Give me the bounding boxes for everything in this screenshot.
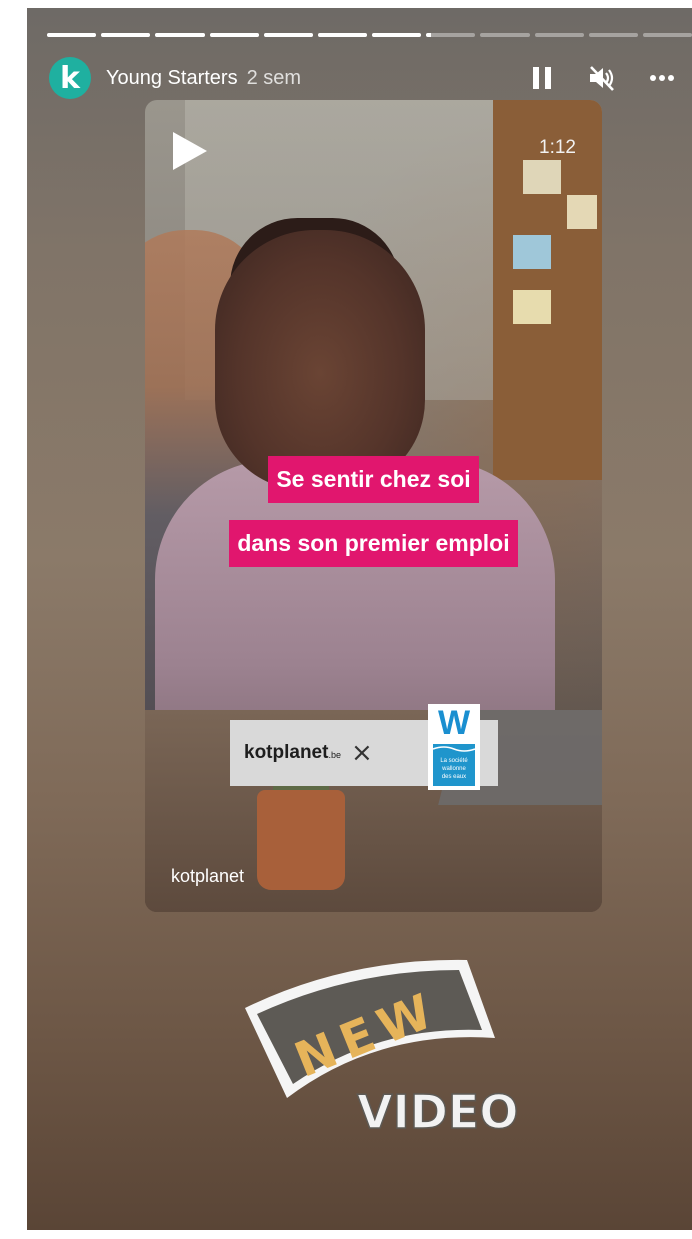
- play-icon[interactable]: [173, 132, 207, 170]
- svg-text:VIDEO: VIDEO: [357, 1085, 518, 1139]
- video-scene-person-face: [215, 230, 425, 490]
- more-dots-icon: [650, 75, 674, 81]
- mute-button[interactable]: [572, 60, 632, 96]
- avatar[interactable]: k: [49, 57, 91, 99]
- pause-icon: [533, 67, 551, 89]
- video-duration: 1:12: [539, 137, 576, 158]
- video-source-account[interactable]: kotplanet: [171, 866, 244, 887]
- progress-segment: [534, 33, 584, 37]
- account-name[interactable]: Young Starters: [106, 67, 238, 90]
- progress-fill: [317, 33, 368, 37]
- progress-segment: [317, 33, 368, 37]
- video-scene-pot: [257, 790, 345, 890]
- progress-segment: [480, 33, 530, 37]
- svg-text:des eaux: des eaux: [442, 774, 466, 780]
- progress-segment: [47, 33, 97, 37]
- sticky-note: [567, 195, 597, 229]
- story-controls: [512, 60, 692, 96]
- speaker-muted-icon: [590, 66, 614, 91]
- progress-fill: [372, 33, 422, 37]
- progress-segment: [155, 33, 205, 37]
- sticky-note: [523, 160, 561, 194]
- partner-logos-banner: kotplanet.be × W La société wallonne des…: [230, 704, 498, 790]
- shared-video-post[interactable]: 1:12 Se sentir chez soi dans son premier…: [145, 100, 602, 912]
- caption-line-2: dans son premier emploi: [145, 520, 602, 567]
- caption-text: Se sentir chez soi: [268, 456, 479, 503]
- kotplanet-logo: kotplanet.be: [244, 742, 341, 763]
- progress-fill: [426, 33, 432, 37]
- sticky-note: [513, 235, 551, 269]
- progress-segment: [426, 33, 476, 37]
- svg-text:W: W: [438, 704, 471, 742]
- caption-line-1: Se sentir chez soi: [145, 456, 602, 503]
- progress-segment: [588, 33, 638, 37]
- progress-fill: [209, 33, 259, 37]
- swde-logo: W La société wallonne des eaux: [428, 704, 480, 790]
- story-header: k Young Starters 2 sem: [49, 56, 692, 100]
- progress-segment: [372, 33, 422, 37]
- pause-button[interactable]: [512, 60, 572, 96]
- progress-fill: [263, 33, 313, 37]
- more-options-button[interactable]: [632, 60, 692, 96]
- progress-segment: [209, 33, 259, 37]
- progress-segment: [642, 33, 692, 37]
- progress-fill: [47, 33, 97, 37]
- progress-fill: [101, 33, 151, 37]
- progress-segment: [101, 33, 151, 37]
- story-viewer: k Young Starters 2 sem 1:12 Se sentir ch…: [27, 8, 692, 1230]
- progress-segment: [263, 33, 313, 37]
- sticky-note: [513, 290, 551, 324]
- svg-text:La société: La société: [440, 758, 468, 764]
- collab-separator: ×: [350, 738, 373, 768]
- post-age: 2 sem: [246, 66, 302, 89]
- progress-fill: [155, 33, 205, 37]
- new-video-sticker[interactable]: NEW VIDEO: [227, 938, 527, 1158]
- svg-text:wallonne: wallonne: [441, 766, 466, 772]
- caption-text: dans son premier emploi: [229, 520, 518, 567]
- story-progress-bar: [47, 33, 692, 37]
